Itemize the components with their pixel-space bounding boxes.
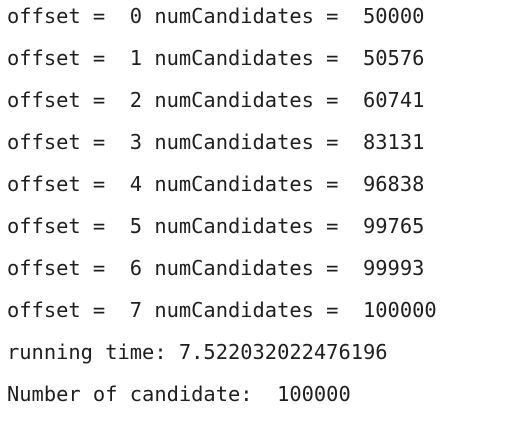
output-line-offset-5: offset = 5 numCandidates = 99765	[7, 214, 425, 238]
output-line-offset-3: offset = 3 numCandidates = 83131	[7, 130, 425, 154]
console-output: offset = 0 numCandidates = 50000 offset …	[0, 0, 514, 430]
output-line-offset-6: offset = 6 numCandidates = 99993	[7, 256, 425, 280]
output-line-running-time: running time: 7.522032022476196	[7, 340, 388, 364]
output-line-offset-1: offset = 1 numCandidates = 50576	[7, 46, 425, 70]
output-line-candidate-count: Number of candidate: 100000	[7, 382, 351, 406]
output-line-offset-2: offset = 2 numCandidates = 60741	[7, 88, 425, 112]
output-line-offset-7: offset = 7 numCandidates = 100000	[7, 298, 437, 322]
output-line-offset-0: offset = 0 numCandidates = 50000	[7, 4, 425, 28]
output-line-offset-4: offset = 4 numCandidates = 96838	[7, 172, 425, 196]
